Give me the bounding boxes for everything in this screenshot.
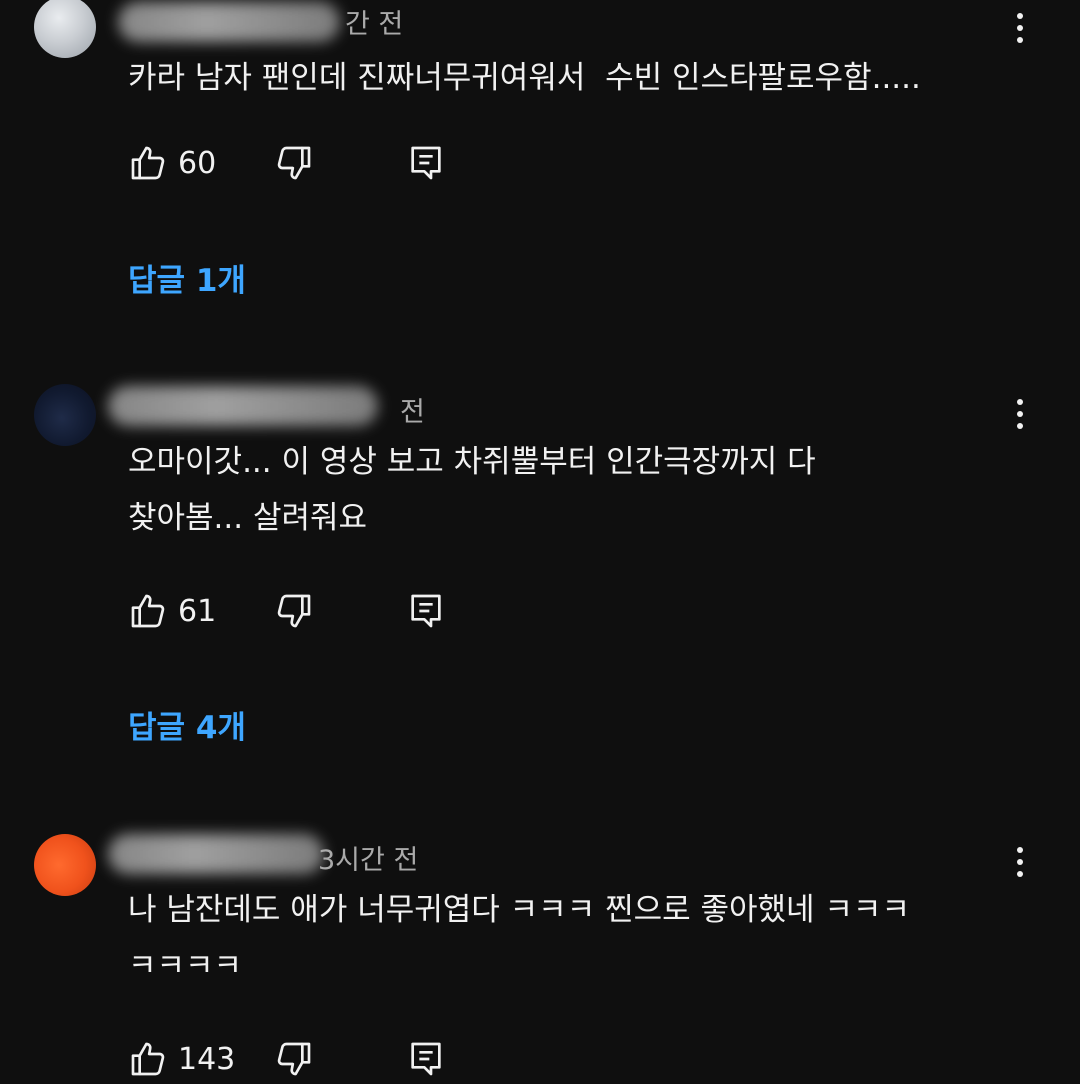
dislike-button[interactable] bbox=[274, 586, 314, 636]
like-button[interactable]: 143 bbox=[128, 1034, 235, 1084]
reply-button[interactable] bbox=[406, 1034, 446, 1084]
dislike-button[interactable] bbox=[274, 138, 314, 188]
username-blurred[interactable] bbox=[108, 834, 324, 874]
avatar[interactable] bbox=[34, 0, 96, 58]
view-replies-button[interactable]: 답글 4개 bbox=[128, 702, 246, 747]
thumbs-up-icon bbox=[131, 594, 165, 628]
comment-text: 오마이갓... 이 영상 보고 차쥐뿔부터 인간극장까지 다 찾아봄... 살려… bbox=[128, 444, 816, 536]
comment-text: 카라 남자 팬인데 진짜너무귀여워서 수빈 인스타팔로우함..... bbox=[128, 60, 921, 96]
like-button[interactable]: 61 bbox=[128, 586, 216, 636]
more-vert-icon bbox=[1017, 399, 1023, 405]
comment-text: 나 남잔데도 애가 너무귀엽다 ㅋㅋㅋ 찐으로 좋아했네 ㅋㅋㅋ ㅋㅋㅋㅋ bbox=[128, 892, 910, 984]
thumbs-down-icon bbox=[277, 594, 311, 628]
like-count: 61 bbox=[178, 593, 217, 629]
more-options-button[interactable] bbox=[1008, 8, 1032, 48]
more-options-button[interactable] bbox=[1008, 842, 1032, 882]
username-blurred[interactable] bbox=[108, 386, 378, 426]
reply-comment-icon bbox=[411, 594, 441, 628]
reply-comment-icon bbox=[411, 1042, 441, 1076]
reply-button[interactable] bbox=[406, 586, 446, 636]
more-options-button[interactable] bbox=[1008, 394, 1032, 434]
more-vert-icon bbox=[1017, 13, 1023, 19]
comment-thread: 3시간 전 나 남잔데도 애가 너무귀엽다 ㅋㅋㅋ 찐으로 좋아했네 ㅋㅋㅋ ㅋ… bbox=[0, 822, 1080, 1080]
comment-timestamp: 3시간 전 bbox=[318, 845, 419, 876]
thumbs-up-icon bbox=[131, 146, 165, 180]
comment-thread: 간 전 카라 남자 팬인데 진짜너무귀여워서 수빈 인스타팔로우함..... 6… bbox=[0, 0, 1080, 340]
avatar[interactable] bbox=[34, 384, 96, 446]
comment-timestamp: 간 전 bbox=[345, 9, 404, 40]
more-vert-icon bbox=[1017, 847, 1023, 853]
comment-thread: 전 오마이갓... 이 영상 보고 차쥐뿔부터 인간극장까지 다 찾아봄... … bbox=[0, 372, 1080, 792]
username-blurred[interactable] bbox=[118, 2, 340, 42]
view-replies-button[interactable]: 답글 1개 bbox=[128, 255, 246, 300]
reply-button[interactable] bbox=[406, 138, 446, 188]
thumbs-down-icon bbox=[277, 1042, 311, 1076]
reply-comment-icon bbox=[411, 146, 441, 180]
comment-timestamp: 전 bbox=[400, 397, 425, 428]
like-count: 60 bbox=[178, 145, 217, 181]
like-count: 143 bbox=[178, 1041, 236, 1077]
avatar[interactable] bbox=[34, 834, 96, 896]
dislike-button[interactable] bbox=[274, 1034, 314, 1084]
like-button[interactable]: 60 bbox=[128, 138, 216, 188]
thumbs-up-icon bbox=[131, 1042, 165, 1076]
thumbs-down-icon bbox=[277, 146, 311, 180]
